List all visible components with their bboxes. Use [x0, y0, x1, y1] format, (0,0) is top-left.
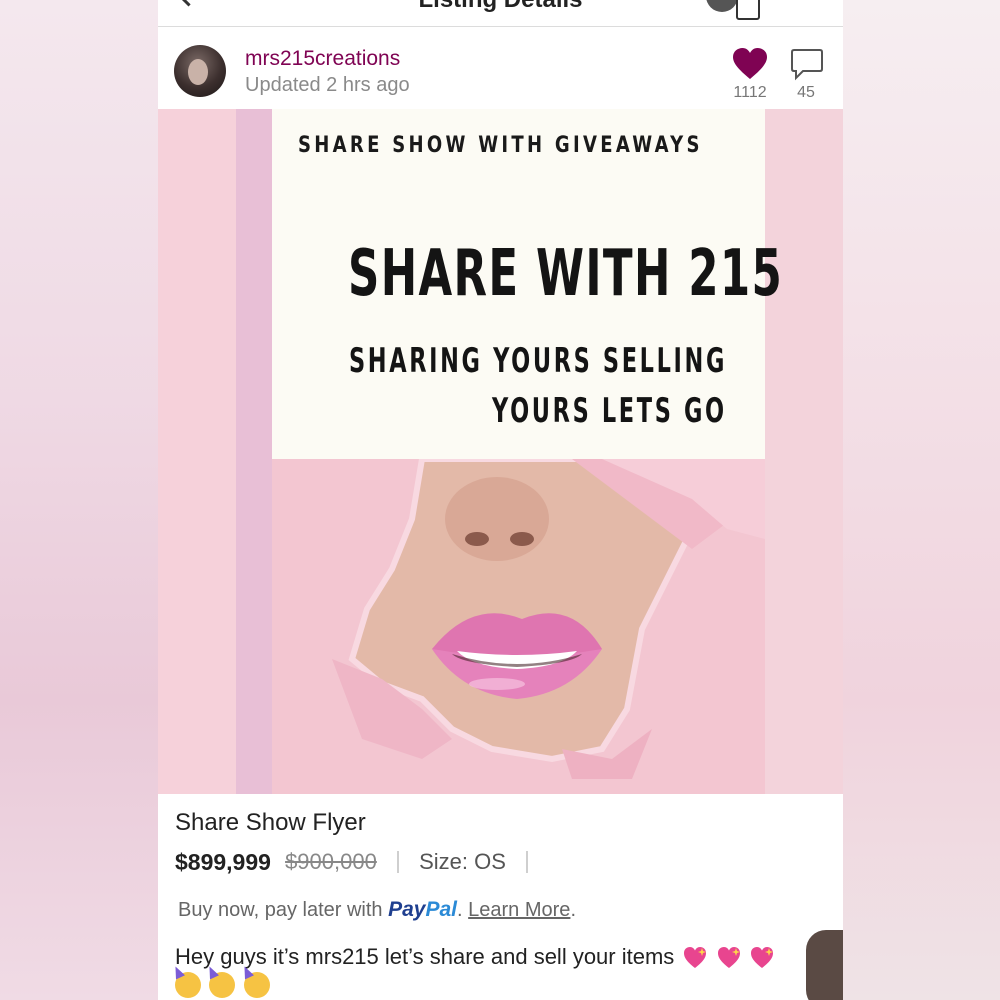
flyer-top-text: SHARE SHOW WITH GIVEAWAYS: [298, 133, 703, 158]
shopping-bag-icon[interactable]: [736, 0, 760, 20]
original-price: $900,000: [285, 849, 377, 875]
heart-icon[interactable]: [732, 47, 768, 81]
emoji-row: [175, 972, 274, 1000]
listing-description: Hey guys it’s mrs215 let’s share and sel…: [175, 944, 774, 970]
price-row: $899,999 $900,000 Size: OS: [175, 848, 542, 878]
top-nav-bar: Listing Details: [158, 0, 843, 27]
paypal-prefix: Buy now, pay later with: [178, 899, 383, 921]
sparkling-heart-emoji: [717, 947, 740, 969]
partying-face-emoji: [175, 972, 201, 998]
updated-timestamp: Updated 2 hrs ago: [245, 74, 410, 96]
listing-image[interactable]: SHARE SHOW WITH GIVEAWAYS SHARE WITH 215…: [158, 109, 843, 794]
background-right: [843, 0, 1000, 1000]
flyer-left-band: [158, 109, 236, 794]
seller-avatar[interactable]: [174, 45, 226, 97]
paypal-suffix: .: [570, 899, 576, 921]
background-left: [0, 0, 158, 1000]
comment-icon[interactable]: [791, 48, 823, 82]
avatar-face: [188, 59, 208, 85]
lips-photo: [272, 459, 765, 794]
flyer-headline: SHARE WITH 215: [348, 237, 784, 311]
sparkling-heart-emoji: [684, 947, 707, 969]
listing-screen: Listing Details mrs215creations Updated …: [158, 0, 843, 1000]
like-count: 1112: [733, 84, 767, 101]
paypal-punct: .: [457, 899, 463, 921]
paypal-logo-pal: Pal: [425, 898, 458, 921]
comment-count: 45: [797, 84, 815, 101]
chat-bubble-button[interactable]: [806, 930, 843, 1000]
flyer-stripe: [236, 109, 272, 794]
paypal-logo-pay: Pay: [388, 898, 426, 921]
partying-face-emoji: [243, 972, 270, 998]
divider: [526, 851, 529, 874]
flyer-subline-2: YOURS LETS GO: [492, 391, 727, 431]
learn-more-link[interactable]: Learn More: [468, 899, 570, 921]
paypal-promo: Buy now, pay later with PayPal. Learn Mo…: [178, 898, 576, 922]
size-label: Size: OS: [419, 849, 506, 875]
price: $899,999: [175, 848, 271, 875]
description-text: Hey guys it’s mrs215 let’s share and sel…: [175, 944, 675, 969]
flyer-right-band: [765, 109, 843, 794]
paypal-logo: PayPal: [388, 898, 457, 921]
seller-username[interactable]: mrs215creations: [245, 47, 400, 71]
flyer-subline-1: SHARING YOURS SELLING: [349, 341, 728, 381]
divider: [396, 851, 399, 874]
listing-title: Share Show Flyer: [175, 809, 366, 836]
seller-header: mrs215creations Updated 2 hrs ago 1112 4…: [158, 27, 843, 109]
partying-face-emoji: [209, 972, 236, 998]
sparkling-heart-emoji: [750, 947, 773, 969]
